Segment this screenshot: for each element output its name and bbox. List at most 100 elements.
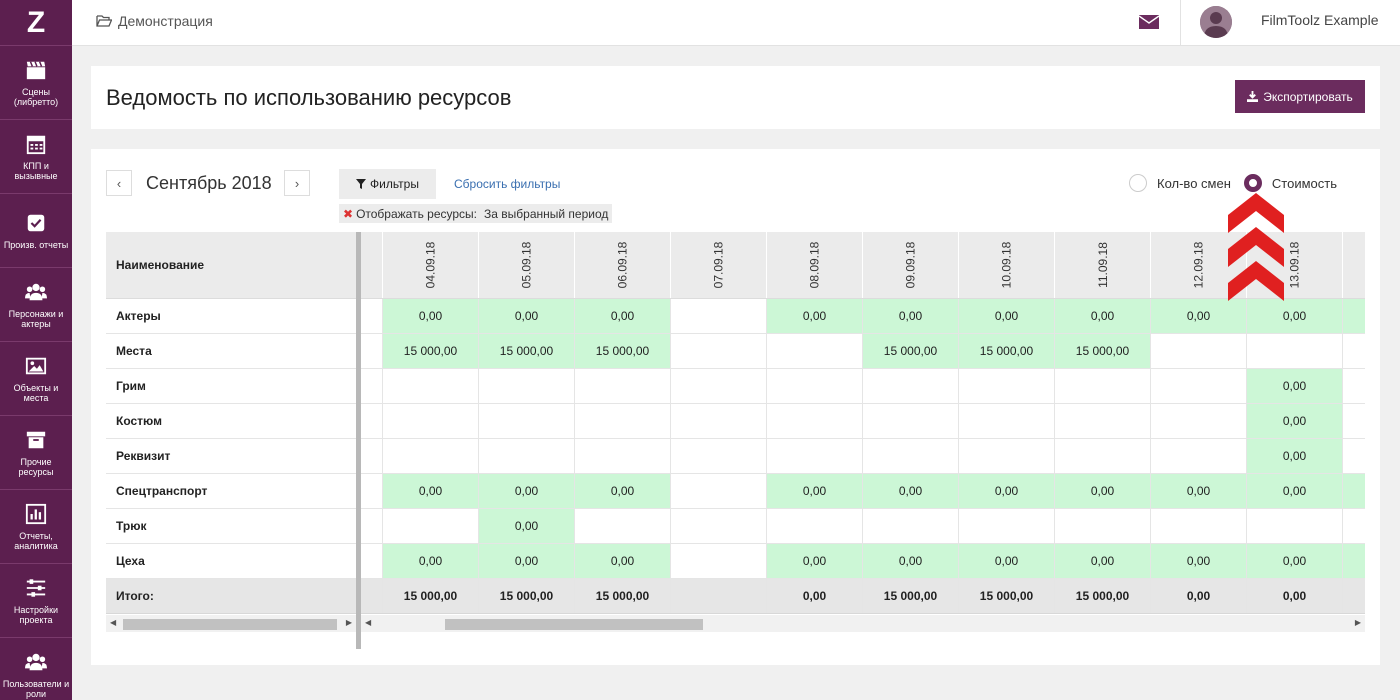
value-cell[interactable]: 0,00 [383,299,479,333]
value-cell[interactable] [671,299,767,333]
value-cell[interactable] [671,404,767,438]
value-cell[interactable] [671,544,767,578]
value-cell[interactable] [1343,404,1365,438]
radio-cost[interactable] [1243,174,1262,192]
value-cell[interactable]: 15 000,00 [1055,334,1151,368]
value-cell[interactable] [479,404,575,438]
value-cell[interactable] [383,509,479,543]
value-cell[interactable] [1055,509,1151,543]
value-cell[interactable]: 0,00 [1247,299,1343,333]
avatar[interactable] [1200,6,1232,38]
table-row[interactable]: Реквизит [106,439,356,474]
app-logo[interactable]: Z [0,0,72,46]
scrollbar-thumb[interactable] [445,619,703,630]
table-row[interactable]: Спецтранспорт [106,474,356,509]
value-cell[interactable]: 0,00 [767,474,863,508]
value-cell[interactable] [1151,334,1247,368]
value-cell[interactable] [1343,439,1365,473]
value-cell[interactable]: 0,00 [1151,474,1247,508]
value-cell[interactable]: 0,00 [863,544,959,578]
sidebar-item-reports[interactable]: Произв. отчеты [0,194,72,268]
value-cell[interactable]: 15 000,00 [863,334,959,368]
value-cell[interactable]: 0,00 [1055,544,1151,578]
table-row[interactable]: Грим [106,369,356,404]
value-cell[interactable]: 0,00 [479,474,575,508]
value-cell[interactable] [479,439,575,473]
name-column-scrollbar[interactable]: ◀ ▶ [106,615,356,632]
radio-shifts-label[interactable]: Кол-во смен [1157,176,1231,191]
value-cell[interactable] [1247,334,1343,368]
table-row[interactable]: Цеха [106,544,356,579]
radio-shifts[interactable] [1129,174,1147,192]
filters-button[interactable]: Фильтры [339,169,436,199]
value-cell[interactable] [767,369,863,403]
value-cell[interactable]: 0,00 [767,544,863,578]
value-cell[interactable] [863,439,959,473]
next-month-button[interactable]: › [284,170,310,196]
value-cell[interactable]: 0,00 [863,474,959,508]
value-cell[interactable] [767,439,863,473]
scrollbar-thumb[interactable] [123,619,337,630]
value-cell[interactable] [959,439,1055,473]
value-cell[interactable] [671,509,767,543]
value-cell[interactable]: 0,00 [479,509,575,543]
value-cell[interactable] [1151,369,1247,403]
table-row[interactable]: 0,00 0,00 0,00 0,00 0,00 0,00 0,00 0,00 0,00 [361,299,1365,334]
value-cell[interactable]: 0,00 [1055,474,1151,508]
value-cell[interactable]: 15 000,00 [479,334,575,368]
value-cell[interactable]: 0,00 [1247,369,1343,403]
sidebar-item-analytics[interactable]: Отчеты, аналитика [0,490,72,564]
value-cell[interactable]: 15 000,00 [383,334,479,368]
value-cell[interactable] [1343,509,1365,543]
table-row[interactable]: 0,00 0,00 0,00 0,00 0,00 0,00 0,00 0,00 0,00 [361,474,1365,509]
value-cell[interactable]: 0,00 [383,474,479,508]
value-cell[interactable] [575,509,671,543]
sidebar-item-scenes[interactable]: Сцены (либретто) [0,46,72,120]
value-cell[interactable] [1343,369,1365,403]
data-grid-scrollbar[interactable]: ◀ ▶ [361,615,1365,632]
value-cell[interactable] [1247,509,1343,543]
value-cell[interactable]: 0,00 [1247,544,1343,578]
value-cell[interactable] [959,369,1055,403]
value-cell[interactable] [1055,404,1151,438]
value-cell[interactable] [575,439,671,473]
sidebar-item-kpp[interactable]: КПП и вызывные [0,120,72,194]
value-cell[interactable]: 0,00 [575,299,671,333]
value-cell[interactable] [671,474,767,508]
table-row[interactable]: 0,00 [361,509,1365,544]
value-cell[interactable] [575,369,671,403]
sidebar-item-other-resources[interactable]: Прочие ресурсы [0,416,72,490]
value-cell[interactable]: 0,00 [1247,474,1343,508]
table-row[interactable]: 0,00 [361,439,1365,474]
value-cell[interactable] [1055,439,1151,473]
table-row[interactable]: Костюм [106,404,356,439]
value-cell[interactable]: 0,00 [959,474,1055,508]
value-cell[interactable] [1151,439,1247,473]
value-cell[interactable]: 0,00 [1055,299,1151,333]
value-cell[interactable]: 0,00 [1247,439,1343,473]
sidebar-item-settings[interactable]: Настройки проекта [0,564,72,638]
export-button[interactable]: Экспортировать [1235,80,1365,113]
sidebar-item-locations[interactable]: Объекты и места [0,342,72,416]
table-row[interactable]: Места [106,334,356,369]
sidebar-item-users[interactable]: Пользователи и роли [0,638,72,700]
user-name[interactable]: FilmToolz Example [1261,12,1378,28]
value-cell[interactable] [479,369,575,403]
reset-filters-link[interactable]: Сбросить фильтры [454,177,560,191]
value-cell[interactable] [767,509,863,543]
value-cell[interactable]: 0,00 [575,474,671,508]
value-cell[interactable]: 0,00 [479,299,575,333]
sidebar-item-characters[interactable]: Персонажи и актеры [0,268,72,342]
value-cell[interactable] [1343,334,1365,368]
value-cell[interactable] [383,439,479,473]
value-cell[interactable]: 0,00 [383,544,479,578]
value-cell[interactable] [575,404,671,438]
value-cell[interactable] [1343,544,1365,578]
value-cell[interactable] [863,369,959,403]
value-cell[interactable] [1343,299,1365,333]
value-cell[interactable]: 0,00 [863,299,959,333]
value-cell[interactable]: 0,00 [1151,299,1247,333]
breadcrumb[interactable]: Демонстрация [96,13,213,29]
value-cell[interactable] [959,404,1055,438]
table-row[interactable]: Трюк [106,509,356,544]
